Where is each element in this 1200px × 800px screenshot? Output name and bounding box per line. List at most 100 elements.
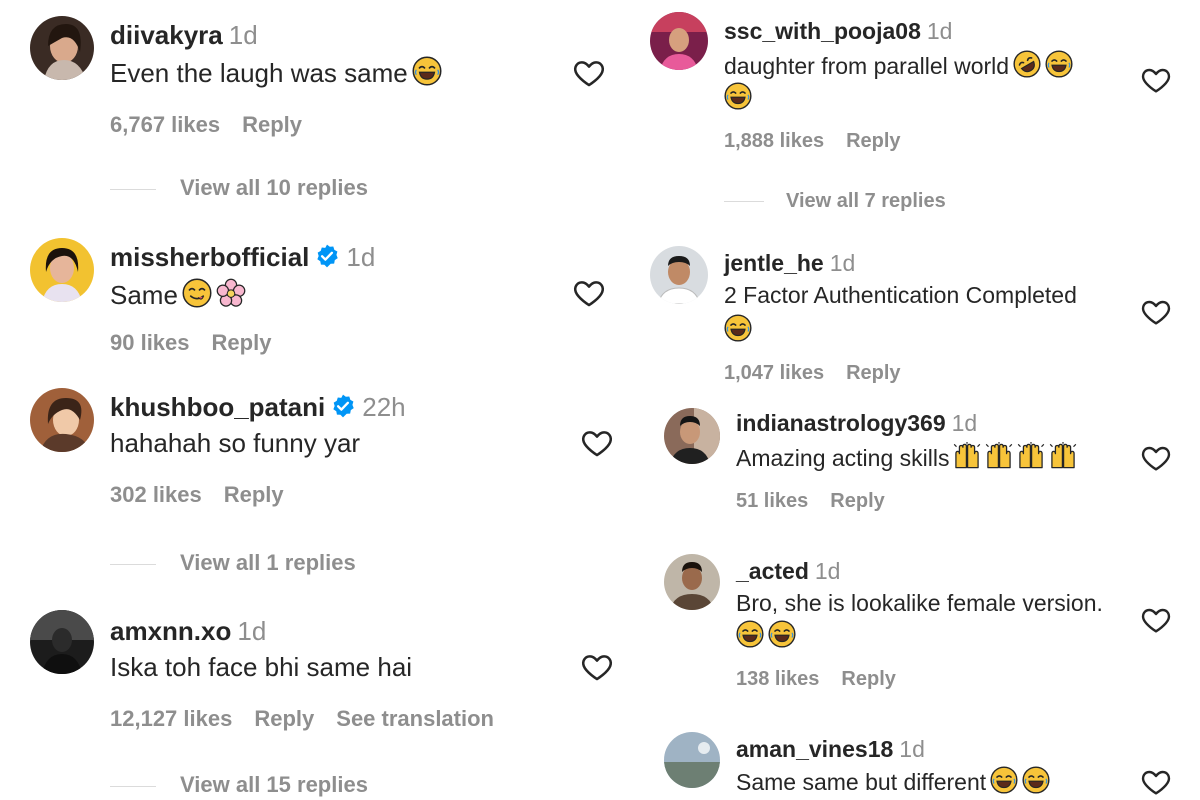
username-text[interactable]: amxnn.xo: [110, 616, 231, 646]
avatar[interactable]: [664, 408, 720, 464]
comment-time: 1d: [829, 250, 856, 276]
comment-item: ssc_with_pooja08 1d daughter from paralle…: [620, 0, 1200, 230]
comment-item: khushboo_patani 22h hahahah so funny yar …: [0, 380, 620, 580]
comment-body: Same same but different: [736, 769, 987, 795]
heart-icon[interactable]: [572, 276, 606, 310]
comment-text-continued: [724, 82, 752, 112]
heart-icon[interactable]: [1140, 442, 1172, 474]
avatar[interactable]: [30, 610, 94, 674]
comment-username[interactable]: _acted 1d: [736, 558, 840, 585]
comment-username[interactable]: indianastrology369 1d: [736, 410, 977, 437]
divider-line: [110, 188, 156, 190]
reply-button[interactable]: Reply: [841, 668, 895, 690]
avatar[interactable]: [664, 554, 720, 610]
likes-count[interactable]: 302 likes: [110, 482, 202, 507]
joy-emoji-icon: [412, 56, 442, 86]
heart-icon[interactable]: [1140, 766, 1172, 798]
likes-count[interactable]: 51 likes: [736, 490, 808, 512]
reply-button[interactable]: Reply: [254, 706, 314, 731]
likes-count[interactable]: 1,047 likes: [724, 362, 824, 384]
comment-username[interactable]: amxnn.xo 1d: [110, 616, 266, 647]
username-text[interactable]: indianastrology369: [736, 410, 946, 436]
reply-button[interactable]: Reply: [846, 362, 900, 384]
raised-hands-emoji-icon: [1049, 442, 1077, 470]
reply-button[interactable]: Reply: [830, 490, 884, 512]
comment-meta: 138 likes Reply: [736, 668, 918, 691]
reply-button[interactable]: Reply: [212, 330, 272, 355]
comment-username[interactable]: diivakyra 1d: [110, 20, 258, 51]
view-replies-label[interactable]: View all 7 replies: [786, 190, 946, 212]
view-replies-button[interactable]: View all 1 replies: [110, 550, 356, 576]
view-replies-label[interactable]: View all 15 replies: [180, 772, 368, 797]
reply-button[interactable]: Reply: [242, 112, 302, 137]
avatar[interactable]: [30, 238, 94, 302]
comment-meta: 12,127 likes Reply See translation: [110, 706, 516, 732]
heart-icon[interactable]: [580, 426, 614, 460]
comment-body: Iska toh face bhi same hai: [110, 652, 413, 682]
avatar[interactable]: [30, 16, 94, 80]
comment-username[interactable]: missherbofficial 1d: [110, 242, 375, 273]
username-text[interactable]: missherbofficial: [110, 242, 309, 272]
comment-text: Even the laugh was same: [110, 56, 442, 89]
likes-count[interactable]: 90 likes: [110, 330, 190, 355]
rofl-emoji-icon: [1013, 50, 1041, 78]
comment-body: Bro, she is lookalike female version.: [736, 590, 1103, 616]
likes-count[interactable]: 1,888 likes: [724, 130, 824, 152]
comment-text: Amazing acting skills: [736, 442, 1077, 472]
avatar[interactable]: [30, 388, 94, 452]
comment-meta: 90 likes Reply: [110, 330, 293, 356]
username-text[interactable]: _acted: [736, 558, 809, 584]
view-replies-button[interactable]: View all 15 replies: [110, 772, 368, 798]
raised-hands-emoji-icon: [1017, 442, 1045, 470]
comment-username[interactable]: jentle_he 1d: [724, 250, 855, 277]
comment-meta: 51 likes Reply: [736, 490, 907, 513]
heart-icon[interactable]: [580, 650, 614, 684]
avatar[interactable]: [650, 246, 708, 304]
comment-body: 2 Factor Authentication Completed: [724, 282, 1077, 308]
comment-item: diivakyra 1d Even the laugh was same 6,76…: [0, 0, 620, 210]
comment-text: Iska toh face bhi same hai: [110, 652, 412, 683]
reply-button[interactable]: Reply: [224, 482, 284, 507]
comment-text-continued: [724, 314, 752, 344]
comment-time: 1d: [899, 736, 925, 762]
blossom-emoji-icon: [216, 278, 246, 308]
joy-emoji-icon: [724, 314, 752, 342]
comment-text: daughter from parallel world: [724, 50, 1073, 80]
comment-item: aman_vines18 1d Same same but different: [620, 730, 1200, 800]
comment-meta: 1,047 likes Reply: [724, 362, 923, 385]
username-text[interactable]: aman_vines18: [736, 736, 893, 762]
likes-count[interactable]: 12,127 likes: [110, 706, 232, 731]
view-replies-label[interactable]: View all 1 replies: [180, 550, 356, 575]
heart-icon[interactable]: [1140, 296, 1172, 328]
username-text[interactable]: jentle_he: [724, 250, 824, 276]
view-replies-button[interactable]: View all 7 replies: [724, 190, 946, 213]
heart-icon[interactable]: [1140, 64, 1172, 96]
heart-icon[interactable]: [572, 56, 606, 90]
avatar[interactable]: [664, 732, 720, 788]
avatar[interactable]: [650, 12, 708, 70]
joy-emoji-icon: [1022, 766, 1050, 794]
comment-username[interactable]: aman_vines18 1d: [736, 736, 925, 763]
comment-text: hahahah so funny yar: [110, 428, 360, 459]
username-text[interactable]: diivakyra: [110, 20, 223, 50]
likes-count[interactable]: 138 likes: [736, 668, 819, 690]
view-replies-button[interactable]: View all 10 replies: [110, 175, 368, 201]
username-text[interactable]: ssc_with_pooja08: [724, 18, 921, 44]
comment-body: daughter from parallel world: [724, 53, 1010, 79]
divider-line: [724, 201, 764, 203]
comment-meta: 6,767 likes Reply: [110, 112, 324, 138]
username-text[interactable]: khushboo_patani: [110, 392, 325, 422]
reply-button[interactable]: Reply: [846, 130, 900, 152]
comment-body: Amazing acting skills: [736, 445, 950, 471]
likes-count[interactable]: 6,767 likes: [110, 112, 220, 137]
yum-emoji-icon: [182, 278, 212, 308]
heart-icon[interactable]: [1140, 604, 1172, 636]
verified-badge-icon: [314, 243, 340, 269]
comment-username[interactable]: ssc_with_pooja08 1d: [724, 18, 952, 45]
comment-body: hahahah so funny yar: [110, 428, 361, 458]
view-replies-label[interactable]: View all 10 replies: [180, 175, 368, 200]
raised-hands-emoji-icon: [985, 442, 1013, 470]
comment-item: missherbofficial 1d Same 90 likes Reply: [0, 230, 620, 370]
see-translation-button[interactable]: See translation: [336, 706, 494, 731]
comment-username[interactable]: khushboo_patani 22h: [110, 392, 406, 423]
